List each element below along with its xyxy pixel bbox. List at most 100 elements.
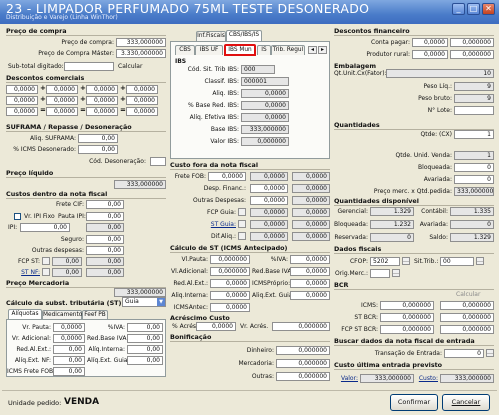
minimize-button[interactable]: _ <box>452 3 465 15</box>
maximize-button[interactable]: □ <box>467 3 480 15</box>
desconto-field-3-2[interactable]: 0,0000 <box>46 107 78 116</box>
st-nf-info-icon[interactable] <box>42 268 50 276</box>
icms-proprio-field[interactable]: 0,0000 <box>290 279 330 288</box>
frete-cif-field[interactable]: 0,00 <box>86 200 124 209</box>
conta-pagar-pct-field[interactable]: 0,0000 <box>412 38 448 47</box>
desconto-field-2-3[interactable]: 0,0000 <box>86 96 118 105</box>
desconto-field-1-4[interactable]: 0,0000 <box>126 85 158 94</box>
red-base-iva-field[interactable]: 0,00 <box>127 334 163 343</box>
vr-ipi-fixo-checkbox[interactable] <box>14 213 21 220</box>
transacao-lookup-icon[interactable]: … <box>486 349 494 357</box>
dinheiro-field[interactable]: 0,000000 <box>276 346 330 355</box>
desp-financ-field-1[interactable]: 0,0000 <box>250 184 288 193</box>
bcr-icms-field-1[interactable]: 0,000000 <box>380 301 434 310</box>
outras-despesas-field[interactable]: 0,00 <box>86 246 124 255</box>
custo-ult-valor-link[interactable]: Valor: <box>334 375 358 382</box>
subtotal-field[interactable] <box>64 62 114 71</box>
bcr-calcular-button[interactable]: Calcular <box>456 291 480 298</box>
st-guia-info-icon[interactable] <box>238 220 246 228</box>
desconto-field-2-4[interactable]: 0,0000 <box>126 96 158 105</box>
subtab-cbs[interactable]: CBS <box>175 45 195 55</box>
avariada-field[interactable]: 0 <box>454 175 494 184</box>
transacao-entrada-field[interactable]: 0 <box>444 349 484 358</box>
close-button[interactable]: ✕ <box>482 3 495 15</box>
subtab-trib-regul[interactable]: Trib. Regul <box>271 45 305 55</box>
iva-pct-field[interactable]: 0,00 <box>127 323 163 332</box>
desconto-field-3-1[interactable]: 0,0000 <box>6 107 38 116</box>
desconto-field-2-1[interactable]: 0,0000 <box>6 96 38 105</box>
pauta-ipi-field[interactable]: 0,00 <box>86 212 124 221</box>
tab-scroll-left-icon[interactable]: ◂ <box>308 46 317 54</box>
red-al-ext-antec-field[interactable]: 0,0000 <box>210 279 250 288</box>
vr-pauta-field[interactable]: 0,0000 <box>53 323 85 332</box>
preco-compra-field[interactable]: 333,000000 <box>116 38 166 47</box>
sit-trib-lookup-icon[interactable]: … <box>476 257 484 265</box>
st-calc-select[interactable]: Guia ▼ <box>122 297 166 307</box>
orig-merc-field[interactable] <box>370 269 390 278</box>
bcr-fcp-field-1[interactable]: 0,000000 <box>380 325 434 334</box>
desconto-field-1-3[interactable]: 0,0000 <box>86 85 118 94</box>
tab-cbs-ibs-is[interactable]: CBS/IBS/IS <box>226 30 262 41</box>
vl-adicional-field[interactable]: 0,000000 <box>210 267 250 276</box>
aliq-interna-antec-field[interactable]: 0,0000 <box>210 291 250 300</box>
produtor-rural-value-field[interactable]: 0,000000 <box>450 50 494 59</box>
bcr-icms-field-2[interactable]: 0,000000 <box>440 301 494 310</box>
icms-antec-field[interactable]: 0,0000 <box>210 303 250 312</box>
icms-frete-fob-field[interactable]: 0,00 <box>53 367 85 376</box>
frete-fob-field-1[interactable]: 0,0000 <box>208 172 246 181</box>
outras-bonif-field[interactable]: 0,000000 <box>276 372 330 381</box>
fcp-guia-info-icon[interactable] <box>238 208 246 216</box>
st-guia-link[interactable]: ST Guia: <box>170 221 236 228</box>
desconto-field-3-4[interactable]: 0,0000 <box>126 107 158 116</box>
chevron-down-icon[interactable]: ▼ <box>157 298 165 306</box>
subtab-ibs-uf[interactable]: IBS UF <box>195 45 223 55</box>
title-bar[interactable]: 23 - LIMPADOR PERFUMADO 75ML TESTE DESON… <box>0 0 499 24</box>
vl-pauta-field[interactable]: 0,000000 <box>210 255 250 264</box>
calcular-link[interactable]: Calcular <box>118 63 142 70</box>
red-base-iva-antec-field[interactable]: 0,0000 <box>290 267 330 276</box>
desconto-field-2-2[interactable]: 0,0000 <box>46 96 78 105</box>
conta-pagar-value-field[interactable]: 0,000000 <box>450 38 494 47</box>
custo-ult-custo-link[interactable]: Custo: <box>416 375 438 382</box>
orig-merc-lookup-icon[interactable]: … <box>392 269 400 277</box>
aliq-ext-guia-field[interactable]: 0,00 <box>127 356 163 365</box>
desconto-field-1-1[interactable]: 0,0000 <box>6 85 38 94</box>
st-nf-link[interactable]: ST NF: <box>6 269 40 276</box>
fcp-st-info-icon[interactable] <box>42 257 50 265</box>
subtab-ibs-mun[interactable]: IBS Mun <box>224 44 256 56</box>
desconto-field-1-2[interactable]: 0,0000 <box>46 85 78 94</box>
icms-desonerado-field[interactable]: 0,00 <box>78 145 118 154</box>
seguro-field[interactable]: 0,00 <box>86 235 124 244</box>
outras-despesas-fora-field-1[interactable]: 0,0000 <box>250 196 288 205</box>
red-al-ext-field[interactable]: 0,00 <box>53 345 85 354</box>
cfop-field[interactable]: 5202 <box>370 257 400 266</box>
lote-field[interactable] <box>454 106 494 115</box>
tab-scroll-right-icon[interactable]: ▸ <box>318 46 327 54</box>
iva-field[interactable]: 0,0000 <box>290 255 330 264</box>
bcr-st-field-1[interactable]: 0,000000 <box>380 313 434 322</box>
vr-acres-field[interactable]: 0,000000 <box>272 322 330 331</box>
ipi-pct-field[interactable]: 0,00 <box>20 223 70 232</box>
aliq-suframa-field[interactable]: 0,00 <box>78 134 118 143</box>
subtab-is[interactable]: IS <box>257 45 271 55</box>
sit-trib-field[interactable]: 00 <box>440 257 474 266</box>
cod-desoneracao-field[interactable] <box>150 157 166 166</box>
bloqueada-field[interactable]: 0 <box>454 163 494 172</box>
confirmar-button[interactable]: Confirmar <box>390 394 438 411</box>
bcr-st-field-2[interactable]: 0,000000 <box>440 313 494 322</box>
bcr-fcp-field-2[interactable]: 0,000000 <box>440 325 494 334</box>
aliq-ext-guia-antec-field[interactable]: 0,0000 <box>290 291 330 300</box>
qtde-cx-field[interactable]: 1 <box>454 130 494 139</box>
aliq-interna-field[interactable]: 0,00 <box>127 345 163 354</box>
tab-inf-fiscais[interactable]: Inf.Fiscais <box>196 31 226 41</box>
aliq-ext-nf-field[interactable]: 0,00 <box>53 356 85 365</box>
cfop-lookup-icon[interactable]: … <box>402 257 410 265</box>
cancelar-button[interactable]: Cancelar <box>442 394 490 411</box>
vr-adicional-field[interactable]: 0,0000 <box>53 334 85 343</box>
preco-master-field[interactable]: 3.330,000000 <box>116 49 166 58</box>
pct-acres-field[interactable]: 0,0000 <box>196 322 236 331</box>
mercadoria-field[interactable]: 0,000000 <box>276 359 330 368</box>
produtor-rural-pct-field[interactable]: 0,0000 <box>412 50 448 59</box>
desconto-field-3-3[interactable]: 0,0000 <box>86 107 118 116</box>
dif-aliq-info-icon[interactable] <box>238 232 246 240</box>
